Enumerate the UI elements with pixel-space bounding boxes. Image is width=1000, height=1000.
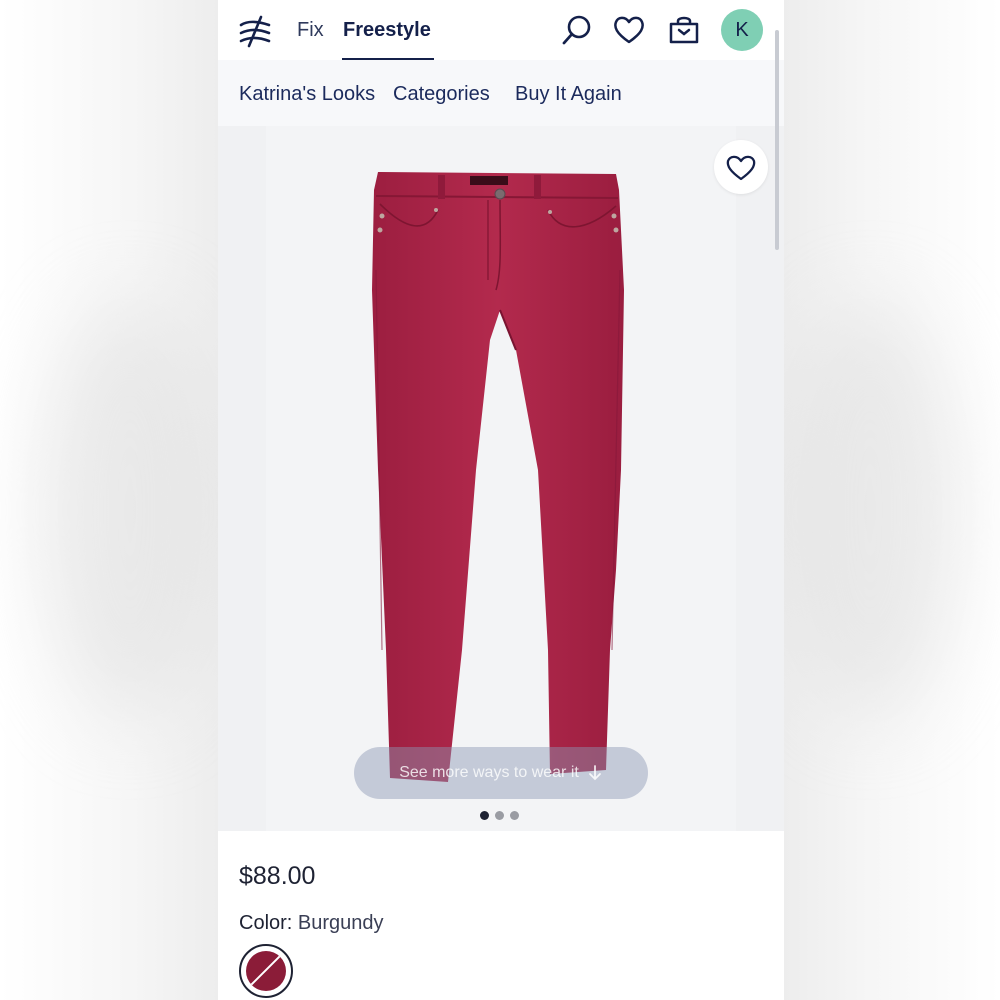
subnav-item-categories[interactable]: Categories (393, 83, 490, 106)
color-value: Burgundy (297, 912, 384, 934)
subnav-item-buy-it-again[interactable]: Buy It Again (515, 83, 622, 106)
arrow-down-icon (588, 765, 601, 781)
app-screen: Fix Freestyle K Katrina's Looks Categori… (218, 0, 784, 1000)
carousel-dot[interactable] (495, 811, 504, 820)
color-label: Color: (239, 912, 298, 934)
color-row: Color: Burgundy (239, 912, 384, 935)
user-avatar[interactable]: K (721, 9, 763, 51)
favorite-button[interactable] (714, 140, 768, 194)
see-more-label: See more ways to wear it (399, 764, 579, 781)
heart-icon (726, 155, 756, 181)
swatch-fill (246, 951, 286, 991)
product-price: $88.00 (239, 862, 316, 890)
product-image-burgundy-jeans (372, 172, 624, 782)
top-nav: Fix Freestyle K (218, 0, 784, 61)
backdrop-blur-right (780, 300, 960, 720)
scrollbar[interactable] (775, 30, 779, 250)
subnav-item-katrinas-looks[interactable]: Katrina's Looks (239, 83, 375, 106)
heart-icon[interactable] (612, 13, 646, 47)
carousel-dot[interactable] (510, 811, 519, 820)
carousel-dot[interactable] (480, 811, 489, 820)
color-swatch-burgundy[interactable] (239, 944, 293, 998)
tab-fix[interactable]: Fix (297, 19, 324, 42)
backdrop-blur-left (40, 300, 220, 720)
shopping-bag-icon[interactable] (667, 13, 701, 47)
carousel-dots (480, 811, 519, 820)
tab-freestyle[interactable]: Freestyle (343, 19, 431, 42)
logo-icon[interactable] (237, 13, 273, 49)
product-image-carousel[interactable]: See more ways to wear it (218, 126, 784, 831)
sub-nav: Katrina's Looks Categories Buy It Again (218, 60, 784, 126)
see-more-ways-button[interactable]: See more ways to wear it (354, 747, 648, 799)
search-icon[interactable] (560, 13, 594, 47)
